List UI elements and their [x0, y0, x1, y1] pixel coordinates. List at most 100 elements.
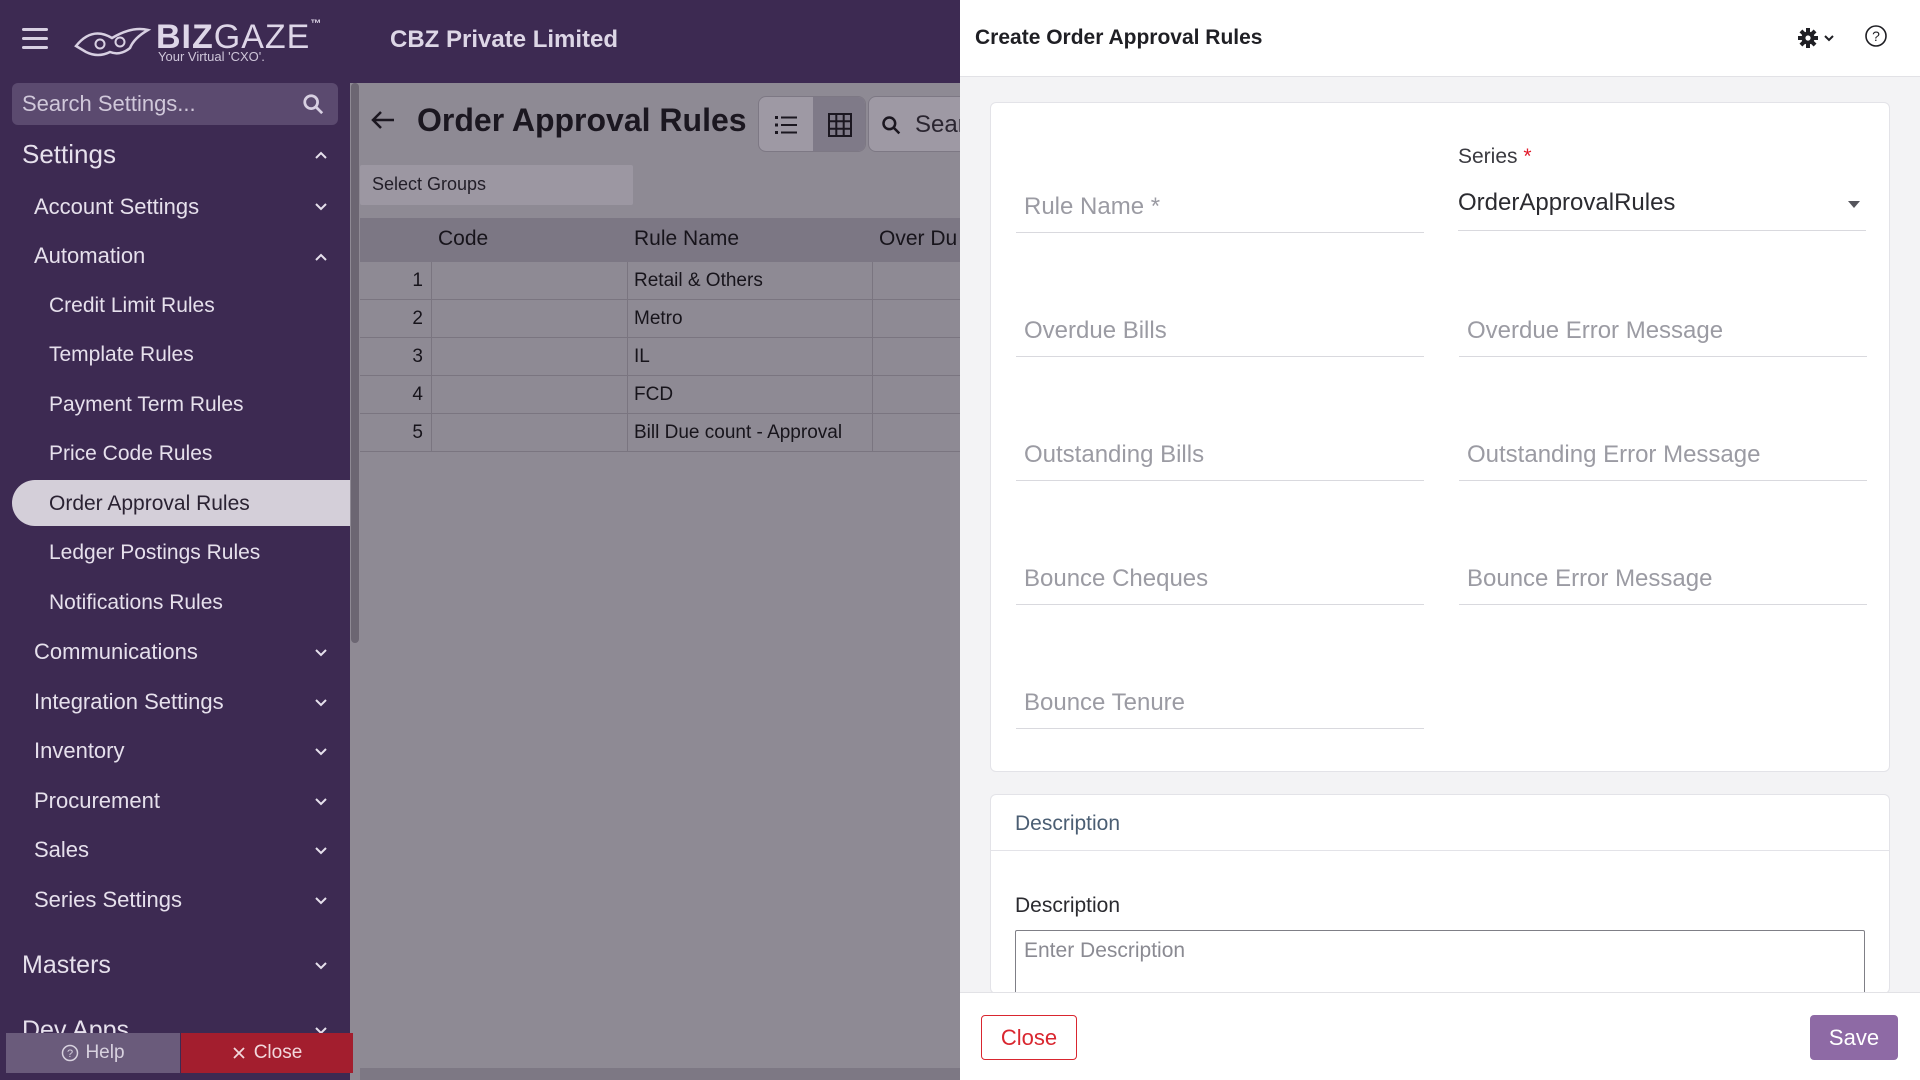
- description-textarea[interactable]: [1015, 930, 1865, 993]
- create-rule-drawer: Create Order Approval Rules ? Series * O…: [960, 0, 1920, 1080]
- chevron-up-icon[interactable]: [314, 148, 328, 162]
- sidebar-item-price-code-rules[interactable]: Price Code Rules: [49, 442, 212, 466]
- overdue-error-message-field: [1459, 309, 1867, 357]
- bounce-error-message-field: [1459, 557, 1867, 605]
- nav-procurement[interactable]: Procurement: [34, 788, 160, 814]
- rule-name-cell: IL: [628, 338, 873, 376]
- bizgaze-logo[interactable]: BIZGAZE™ Your Virtual 'CXO'.: [72, 18, 321, 68]
- nav-inventory[interactable]: Inventory: [34, 738, 125, 764]
- chevron-down-icon[interactable]: [314, 200, 328, 214]
- row-index: 1: [360, 262, 432, 300]
- outstanding-error-message-input[interactable]: [1459, 433, 1867, 477]
- table-row[interactable]: 5 Bill Due count - Approval: [360, 414, 960, 452]
- series-select[interactable]: OrderApprovalRules: [1458, 181, 1866, 231]
- sidebar-scrollbar-thumb[interactable]: [351, 83, 359, 643]
- main-search-text: Sear: [915, 111, 960, 138]
- close-button[interactable]: Close: [981, 1015, 1077, 1060]
- table-row[interactable]: 3 IL: [360, 338, 960, 376]
- drawer-title: Create Order Approval Rules: [975, 26, 1263, 49]
- column-header-over-due[interactable]: Over Du: [879, 227, 957, 251]
- page-title: Order Approval Rules: [417, 102, 747, 138]
- sidebar-item-ledger-postings-rules[interactable]: Ledger Postings Rules: [49, 541, 260, 565]
- table-row[interactable]: 4 FCD: [360, 376, 960, 414]
- drawer-header: Create Order Approval Rules ?: [960, 0, 1920, 77]
- sidebar-item-payment-term-rules[interactable]: Payment Term Rules: [49, 393, 244, 417]
- bounce-cheques-input[interactable]: [1016, 557, 1424, 601]
- row-index: 2: [360, 300, 432, 338]
- description-card: Description Description: [990, 794, 1890, 994]
- rule-name-cell: Bill Due count - Approval: [628, 414, 873, 452]
- help-icon[interactable]: ?: [1864, 24, 1888, 48]
- outstanding-bills-field: [1016, 433, 1424, 481]
- company-name: CBZ Private Limited: [390, 26, 619, 53]
- code-cell: [432, 414, 628, 452]
- chevron-down-icon[interactable]: [314, 745, 328, 759]
- row-index: 4: [360, 376, 432, 414]
- view-toggle: [758, 96, 866, 152]
- help-button[interactable]: ? Help: [6, 1033, 180, 1073]
- gear-icon[interactable]: [1798, 26, 1838, 50]
- table-row[interactable]: 1 Retail & Others: [360, 262, 960, 300]
- back-arrow-icon[interactable]: [370, 109, 396, 131]
- nav-settings[interactable]: Settings: [22, 139, 116, 170]
- code-cell: [432, 338, 628, 376]
- nav-account-settings[interactable]: Account Settings: [34, 194, 199, 220]
- search-icon[interactable]: [302, 93, 324, 115]
- sidebar-scrollbar[interactable]: [350, 83, 360, 1080]
- question-circle-icon: ?: [62, 1044, 79, 1062]
- column-header-rule-name[interactable]: Rule Name: [634, 227, 739, 251]
- rule-name-cell: FCD: [628, 376, 873, 414]
- list-view-button[interactable]: [759, 97, 813, 151]
- drawer-footer: Close Save: [960, 992, 1920, 1080]
- nav-sales[interactable]: Sales: [34, 837, 89, 863]
- overdue-bills-input[interactable]: [1016, 309, 1424, 353]
- svg-text:?: ?: [1872, 28, 1880, 44]
- outstanding-bills-input[interactable]: [1016, 433, 1424, 477]
- nav-series-settings[interactable]: Series Settings: [34, 887, 182, 913]
- nav-masters[interactable]: Masters: [22, 951, 111, 980]
- sidebar-item-template-rules[interactable]: Template Rules: [49, 343, 194, 367]
- overdue-error-message-input[interactable]: [1459, 309, 1867, 353]
- overdue-bills-field: [1016, 309, 1424, 357]
- search-icon: [882, 116, 901, 135]
- chevron-down-icon[interactable]: [314, 959, 328, 973]
- rule-name-input[interactable]: [1016, 185, 1424, 229]
- close-icon: [233, 1047, 245, 1059]
- close-sidebar-button[interactable]: Close: [181, 1033, 353, 1073]
- chevron-down-icon[interactable]: [314, 696, 328, 710]
- chevron-down-icon[interactable]: [314, 646, 328, 660]
- series-selected-value: OrderApprovalRules: [1458, 189, 1676, 216]
- outstanding-error-message-field: [1459, 433, 1867, 481]
- top-header: BIZGAZE™ Your Virtual 'CXO'. CBZ Private…: [0, 0, 960, 83]
- search-settings-input[interactable]: [20, 83, 300, 125]
- sidebar-item-notifications-rules[interactable]: Notifications Rules: [49, 591, 223, 615]
- bounce-tenure-input[interactable]: [1016, 681, 1424, 725]
- rule-name-cell: Metro: [628, 300, 873, 338]
- row-index: 3: [360, 338, 432, 376]
- bounce-error-message-input[interactable]: [1459, 557, 1867, 601]
- settings-sidebar: Settings Account Settings Automation Cre…: [0, 83, 350, 1080]
- chevron-up-icon[interactable]: [314, 250, 328, 264]
- select-groups-dropdown[interactable]: Select Groups: [360, 165, 633, 205]
- nav-communications[interactable]: Communications: [34, 639, 198, 665]
- list-icon: [775, 116, 797, 134]
- table-row[interactable]: 2 Metro: [360, 300, 960, 338]
- logo-tagline: Your Virtual 'CXO'.: [158, 49, 265, 64]
- sidebar-item-order-approval-rules[interactable]: Order Approval Rules: [49, 492, 250, 516]
- horizontal-scrollbar[interactable]: [360, 1068, 960, 1080]
- grid-view-button[interactable]: [813, 97, 865, 151]
- chevron-down-icon[interactable]: [314, 894, 328, 908]
- column-header-code[interactable]: Code: [438, 227, 488, 251]
- description-section-header[interactable]: Description: [991, 795, 1889, 851]
- row-index: 5: [360, 414, 432, 452]
- hamburger-menu-icon[interactable]: [22, 28, 48, 50]
- bounce-tenure-field: [1016, 681, 1424, 729]
- chevron-down-icon[interactable]: [314, 795, 328, 809]
- save-button[interactable]: Save: [1810, 1015, 1898, 1060]
- chevron-down-icon[interactable]: [314, 844, 328, 858]
- sidebar-item-credit-limit-rules[interactable]: Credit Limit Rules: [49, 294, 215, 318]
- nav-integration-settings[interactable]: Integration Settings: [34, 689, 224, 715]
- nav-automation[interactable]: Automation: [34, 243, 145, 269]
- main-search-box[interactable]: Sear: [868, 96, 960, 152]
- owl-logo-icon: [74, 27, 152, 57]
